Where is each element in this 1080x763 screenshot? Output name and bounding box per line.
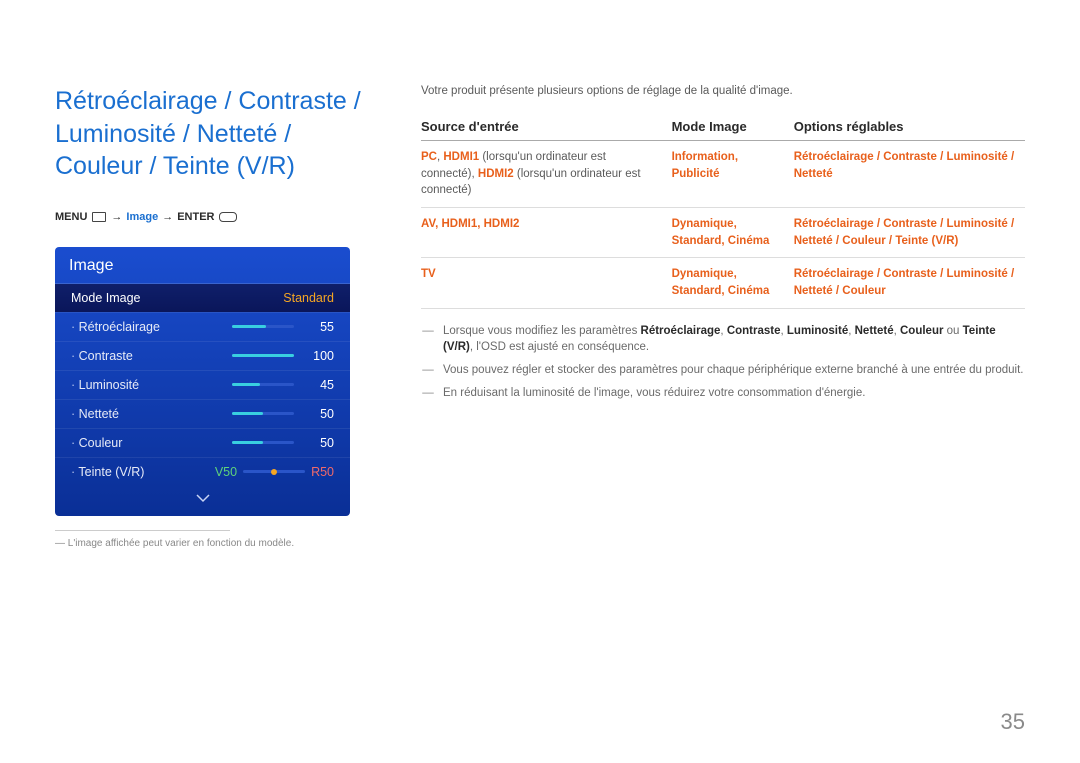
table-row: TV Dynamique, Standard, Cinéma Rétroécla… xyxy=(421,258,1025,308)
breadcrumb: MENU → Image → ENTER xyxy=(55,211,385,223)
osd-item-value: 45 xyxy=(304,378,334,392)
osd-item-backlight[interactable]: Rétroéclairage 55 xyxy=(55,312,350,341)
th-source: Source d'entrée xyxy=(421,119,672,141)
note-text: En réduisant la luminosité de l'image, v… xyxy=(443,385,865,402)
tint-right-value: R50 xyxy=(311,465,334,479)
menu-icon xyxy=(92,212,106,222)
osd-item-brightness[interactable]: Luminosité 45 xyxy=(55,370,350,399)
cell-options: Rétroéclairage / Contraste / Luminosité … xyxy=(794,258,1025,308)
cell-source: TV xyxy=(421,258,672,308)
osd-item-value: 100 xyxy=(304,349,334,363)
enter-icon xyxy=(219,212,237,222)
options-table: Source d'entrée Mode Image Options régla… xyxy=(421,119,1025,309)
osd-item-label: Rétroéclairage xyxy=(71,320,232,334)
dash-icon: ― xyxy=(421,362,435,379)
cell-options: Rétroéclairage / Contraste / Luminosité … xyxy=(794,141,1025,208)
osd-item-label: Teinte (V/R) xyxy=(71,465,144,479)
intro-text: Votre produit présente plusieurs options… xyxy=(421,85,1025,97)
note-item: ― Vous pouvez régler et stocker des para… xyxy=(421,362,1025,379)
slider[interactable] xyxy=(232,325,294,328)
osd-item-contrast[interactable]: Contraste 100 xyxy=(55,341,350,370)
osd-selected-label: Mode Image xyxy=(71,291,140,305)
osd-item-sharpness[interactable]: Netteté 50 xyxy=(55,399,350,428)
note-text: Vous pouvez régler et stocker des paramè… xyxy=(443,362,1023,379)
th-options: Options réglables xyxy=(794,119,1025,141)
notes-list: ― Lorsque vous modifiez les paramètres R… xyxy=(421,323,1025,402)
tint-left-value: V50 xyxy=(215,465,237,479)
note-item: ― En réduisant la luminosité de l'image,… xyxy=(421,385,1025,402)
cell-mode: Dynamique, Standard, Cinéma xyxy=(672,258,794,308)
note-text: Lorsque vous modifiez les paramètres Rét… xyxy=(443,323,1025,356)
osd-title: Image xyxy=(55,247,350,284)
arrow-icon: → xyxy=(111,211,122,223)
th-mode: Mode Image xyxy=(672,119,794,141)
tint-slider[interactable] xyxy=(243,470,305,473)
table-row: PC, HDMI1 (lorsqu'un ordinateur est conn… xyxy=(421,141,1025,208)
cell-mode: Dynamique, Standard, Cinéma xyxy=(672,208,794,258)
osd-item-label: Couleur xyxy=(71,436,232,450)
cell-source: AV, HDMI1, HDMI2 xyxy=(421,208,672,258)
chevron-down-icon[interactable] xyxy=(55,486,350,516)
page-title: Rétroéclairage / Contraste / Luminosité … xyxy=(55,85,385,183)
table-row: AV, HDMI1, HDMI2 Dynamique, Standard, Ci… xyxy=(421,208,1025,258)
page-number: 35 xyxy=(1001,709,1025,735)
osd-selected-row[interactable]: Mode Image Standard xyxy=(55,284,350,312)
osd-item-color[interactable]: Couleur 50 xyxy=(55,428,350,457)
cell-source: PC, HDMI1 (lorsqu'un ordinateur est conn… xyxy=(421,141,672,208)
osd-item-label: Contraste xyxy=(71,349,232,363)
osd-item-value: 50 xyxy=(304,436,334,450)
breadcrumb-enter: ENTER xyxy=(177,211,214,223)
osd-selected-value: Standard xyxy=(283,291,334,305)
cell-mode: Information, Publicité xyxy=(672,141,794,208)
slider[interactable] xyxy=(232,354,294,357)
slider[interactable] xyxy=(232,383,294,386)
note-item: ― Lorsque vous modifiez les paramètres R… xyxy=(421,323,1025,356)
osd-item-tint[interactable]: Teinte (V/R) V50 R50 xyxy=(55,457,350,486)
slider[interactable] xyxy=(232,441,294,444)
divider xyxy=(55,530,230,531)
osd-item-value: 55 xyxy=(304,320,334,334)
dash-icon: ― xyxy=(421,385,435,402)
dash-icon: ― xyxy=(421,323,435,356)
osd-item-label: Luminosité xyxy=(71,378,232,392)
cell-options: Rétroéclairage / Contraste / Luminosité … xyxy=(794,208,1025,258)
osd-item-value: 50 xyxy=(304,407,334,421)
osd-panel: Image Mode Image Standard Rétroéclairage… xyxy=(55,247,350,516)
footnote: ― L'image affichée peut varier en foncti… xyxy=(55,537,385,551)
osd-item-label: Netteté xyxy=(71,407,232,421)
arrow-icon: → xyxy=(162,211,173,223)
breadcrumb-menu: MENU xyxy=(55,211,87,223)
breadcrumb-image: Image xyxy=(126,211,158,223)
slider[interactable] xyxy=(232,412,294,415)
